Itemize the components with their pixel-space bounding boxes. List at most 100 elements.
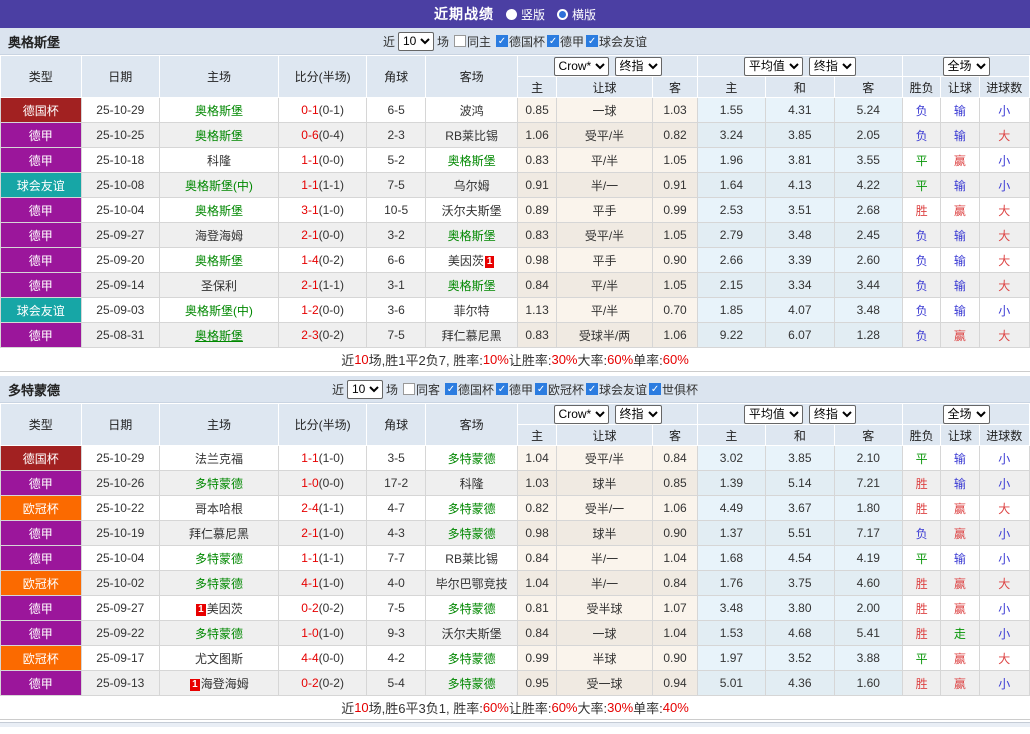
league-badge: 德甲 <box>0 545 82 571</box>
odds-company-select[interactable]: Crow* <box>553 404 609 424</box>
result-winlose: 负 <box>902 122 942 148</box>
result-winlose: 胜 <box>902 620 942 646</box>
match-row: 德甲 25-10-19 拜仁慕尼黑 2-1(1-0) 4-3 多特蒙德 0.98 球半 0.90… <box>0 520 1030 546</box>
match-row: 德甲 25-08-31 奥格斯堡 2-3(0-2) 7-5 拜仁慕尼黑 0.83 受球半/两 1… <box>0 322 1030 348</box>
col-date: 日期 <box>80 403 161 446</box>
avg-home: 1.68 <box>696 545 767 571</box>
league-badge: 球会友谊 <box>0 297 82 323</box>
team-name[interactable]: 多特蒙德 <box>448 677 496 691</box>
team-name[interactable]: 奥格斯堡(中) <box>185 304 253 318</box>
team-name[interactable]: 多特蒙德 <box>448 502 496 516</box>
col-corner: 角球 <box>366 403 426 446</box>
avg-stage-select[interactable]: 终指 <box>808 56 856 76</box>
match-date: 25-09-20 <box>80 247 161 273</box>
team-name[interactable]: 奥格斯堡 <box>195 129 243 143</box>
match-date: 25-10-26 <box>80 470 161 496</box>
avg-home: 1.53 <box>696 620 767 646</box>
avg-draw: 3.52 <box>765 645 835 671</box>
league-filter-球会友谊[interactable]: ✓ 球会友谊 <box>586 33 647 50</box>
odds-away: 0.90 <box>652 520 698 546</box>
avg-away: 3.48 <box>833 297 904 323</box>
team-name[interactable]: 多特蒙德 <box>448 452 496 466</box>
avg-company-select[interactable]: 平均值 <box>743 56 803 76</box>
home-team: 1 海登海姆 <box>159 670 279 696</box>
radio-icon[interactable] <box>557 8 568 20</box>
odds-home: 0.98 <box>517 247 557 273</box>
title-bar: 近期战绩 竖版 横版 <box>0 0 1030 28</box>
layout-radio-vertical[interactable]: 竖版 <box>505 6 545 23</box>
recent-count-select[interactable]: 10 <box>397 31 434 51</box>
home-team: 多特蒙德 <box>159 620 279 646</box>
league-filter-球会友谊[interactable]: ✓ 球会友谊 <box>586 381 647 398</box>
team-name[interactable]: 奥格斯堡 <box>195 254 243 268</box>
games-label: 场 <box>436 34 449 49</box>
league-filter-欧冠杯[interactable]: ✓ 欧冠杯 <box>535 381 584 398</box>
score: 0-2(0-2) <box>277 670 368 696</box>
result-handicap: 赢 <box>940 495 980 521</box>
odds-company-select[interactable]: Crow* <box>553 56 609 76</box>
match-date: 25-10-04 <box>80 197 161 223</box>
league-filter-世俱杯[interactable]: ✓ 世俱杯 <box>649 381 698 398</box>
result-goals: 小 <box>978 545 1030 571</box>
checkbox-icon[interactable]: ✓ <box>649 383 662 395</box>
scope-select[interactable]: 全场 <box>942 404 990 424</box>
odds-away: 0.91 <box>652 172 698 198</box>
odds-group-header: Crow* 终指 <box>517 403 698 425</box>
col-score: 比分(半场) <box>277 403 368 446</box>
league-badge: 欧冠杯 <box>0 645 82 671</box>
team-name: 拜仁慕尼黑 <box>441 328 502 343</box>
checkbox-icon[interactable]: ✓ <box>496 35 508 47</box>
odds-away: 0.85 <box>652 470 698 496</box>
checkbox-icon[interactable] <box>453 35 466 47</box>
avg-draw: 5.51 <box>765 520 835 546</box>
handicap: 平手 <box>555 247 654 273</box>
team-name[interactable]: 多特蒙德 <box>448 602 496 616</box>
checkbox-icon[interactable] <box>402 383 415 395</box>
league-filter-德甲[interactable]: ✓ 德甲 <box>496 381 533 398</box>
same-venue-filter[interactable]: 同客 <box>402 381 440 398</box>
team-name[interactable]: 多特蒙德 <box>195 477 243 491</box>
team-name[interactable]: 多特蒙德 <box>195 627 243 641</box>
team-name[interactable]: 奥格斯堡 <box>195 104 243 118</box>
avg-company-select[interactable]: 平均值 <box>743 404 803 424</box>
avg-draw: 4.54 <box>765 545 835 571</box>
checkbox-icon[interactable]: ✓ <box>535 383 548 395</box>
red-card-badge: 1 <box>196 603 206 616</box>
odds-away: 0.94 <box>652 670 698 696</box>
avg-draw: 4.13 <box>765 172 835 198</box>
team-name[interactable]: 奥格斯堡 <box>448 279 496 293</box>
score: 2-1(0-0) <box>277 222 368 248</box>
league-filter-德国杯[interactable]: ✓ 德国杯 <box>496 33 545 50</box>
col-outcome-handicap: 让球 <box>940 76 980 98</box>
checkbox-icon[interactable]: ✓ <box>586 383 599 395</box>
handicap: 平/半 <box>555 147 654 173</box>
checkbox-icon[interactable]: ✓ <box>444 383 457 395</box>
team-name[interactable]: 奥格斯堡 <box>195 204 243 218</box>
avg-draw: 3.81 <box>765 147 835 173</box>
team-name[interactable]: 多特蒙德 <box>195 577 243 591</box>
team-name[interactable]: 奥格斯堡 <box>195 329 243 343</box>
checkbox-icon[interactable]: ✓ <box>547 35 560 47</box>
same-venue-filter[interactable]: 同主 <box>453 33 491 50</box>
layout-radio-horizontal[interactable]: 横版 <box>557 6 596 23</box>
team-name[interactable]: 奥格斯堡 <box>448 154 496 168</box>
league-filter-德甲[interactable]: ✓ 德甲 <box>547 33 584 50</box>
avg-stage-select[interactable]: 终指 <box>808 404 856 424</box>
recent-count-select[interactable]: 10 <box>346 379 383 399</box>
home-team: 圣保利 <box>159 272 279 298</box>
odds-stage-select[interactable]: 终指 <box>614 56 662 76</box>
avg-home: 2.66 <box>696 247 767 273</box>
avg-home: 2.53 <box>696 197 767 223</box>
team-name[interactable]: 多特蒙德 <box>448 652 496 666</box>
checkbox-icon[interactable]: ✓ <box>586 35 599 47</box>
radio-icon[interactable] <box>505 8 517 20</box>
league-filter-label: 德国杯 <box>509 34 546 49</box>
odds-stage-select[interactable]: 终指 <box>614 404 662 424</box>
checkbox-icon[interactable]: ✓ <box>496 383 508 395</box>
scope-select[interactable]: 全场 <box>942 56 990 76</box>
league-filter-德国杯[interactable]: ✓ 德国杯 <box>444 381 494 398</box>
team-name[interactable]: 奥格斯堡 <box>448 229 496 243</box>
team-name[interactable]: 奥格斯堡(中) <box>185 179 253 193</box>
team-name[interactable]: 多特蒙德 <box>448 527 496 541</box>
team-name[interactable]: 多特蒙德 <box>195 552 243 566</box>
